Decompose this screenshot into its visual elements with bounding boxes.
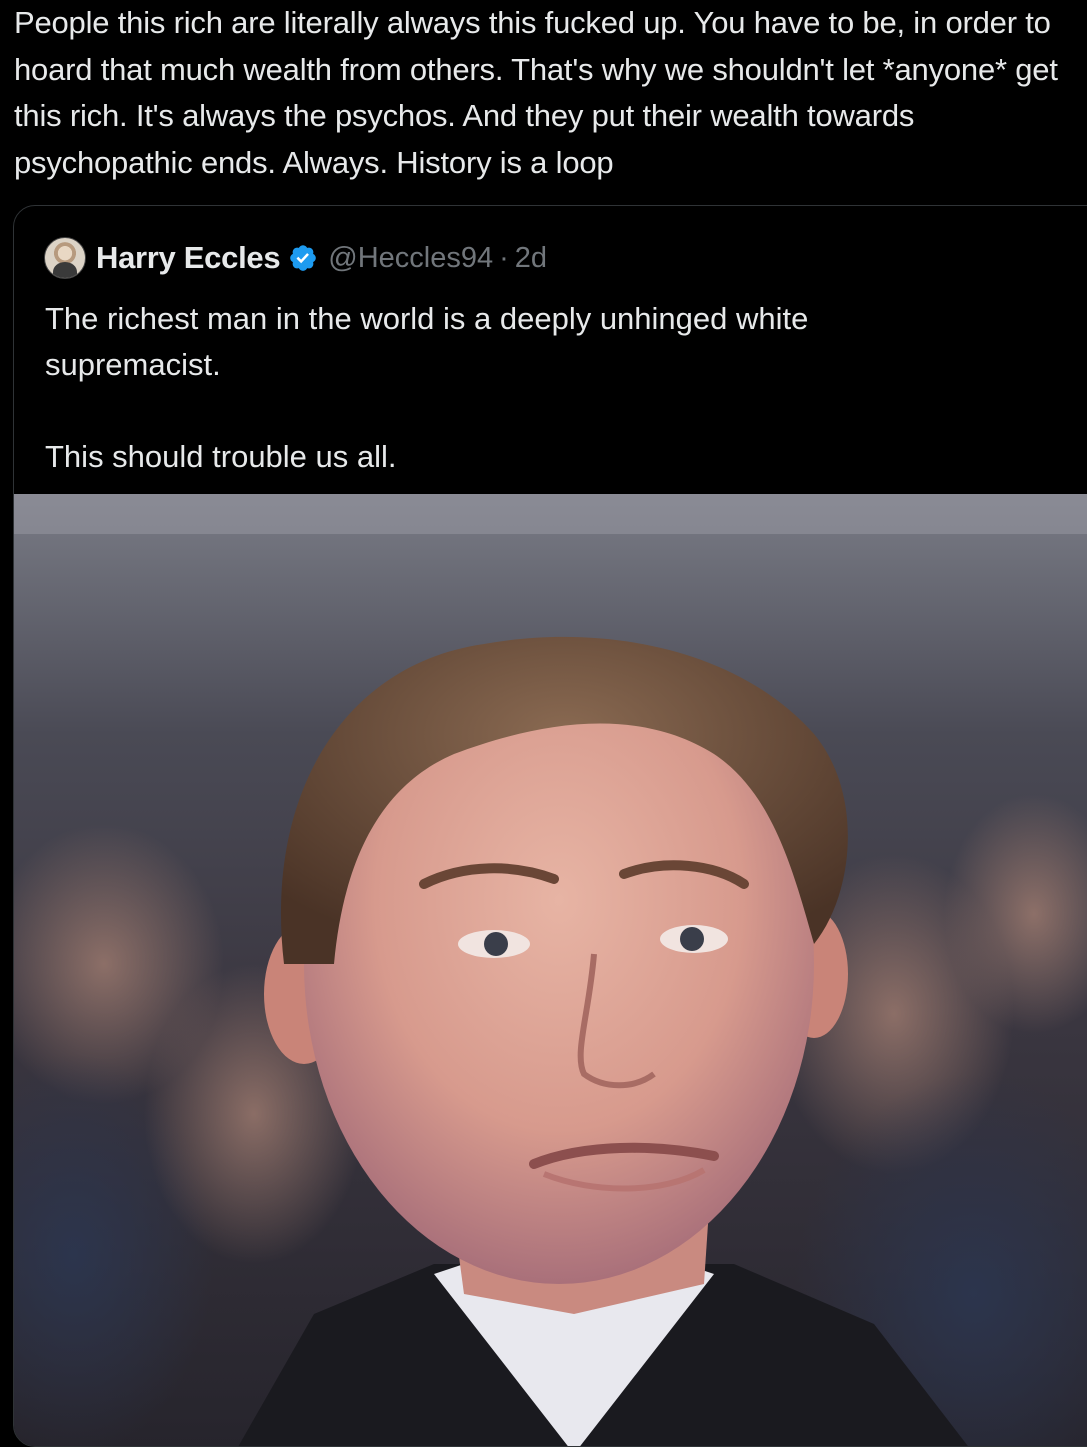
verified-badge-icon [290,245,317,271]
quoted-post-text: The richest man in the world is a deeply… [45,301,809,474]
separator-dot: · [499,241,509,274]
post-time[interactable]: 2d [515,242,547,275]
post-image[interactable] [14,494,1087,1446]
quoted-post-card[interactable]: Harry Eccles @Heccles94 · 2d The richest… [13,205,1087,1447]
author-name[interactable]: Harry Eccles [96,240,281,276]
author-avatar[interactable] [44,237,86,279]
author-handle[interactable]: @Heccles94 [328,242,493,275]
post-text: People this rich are literally always th… [14,5,1058,180]
portrait-illustration [14,494,1087,1446]
quoted-post-header: Harry Eccles @Heccles94 · 2d [44,236,547,280]
